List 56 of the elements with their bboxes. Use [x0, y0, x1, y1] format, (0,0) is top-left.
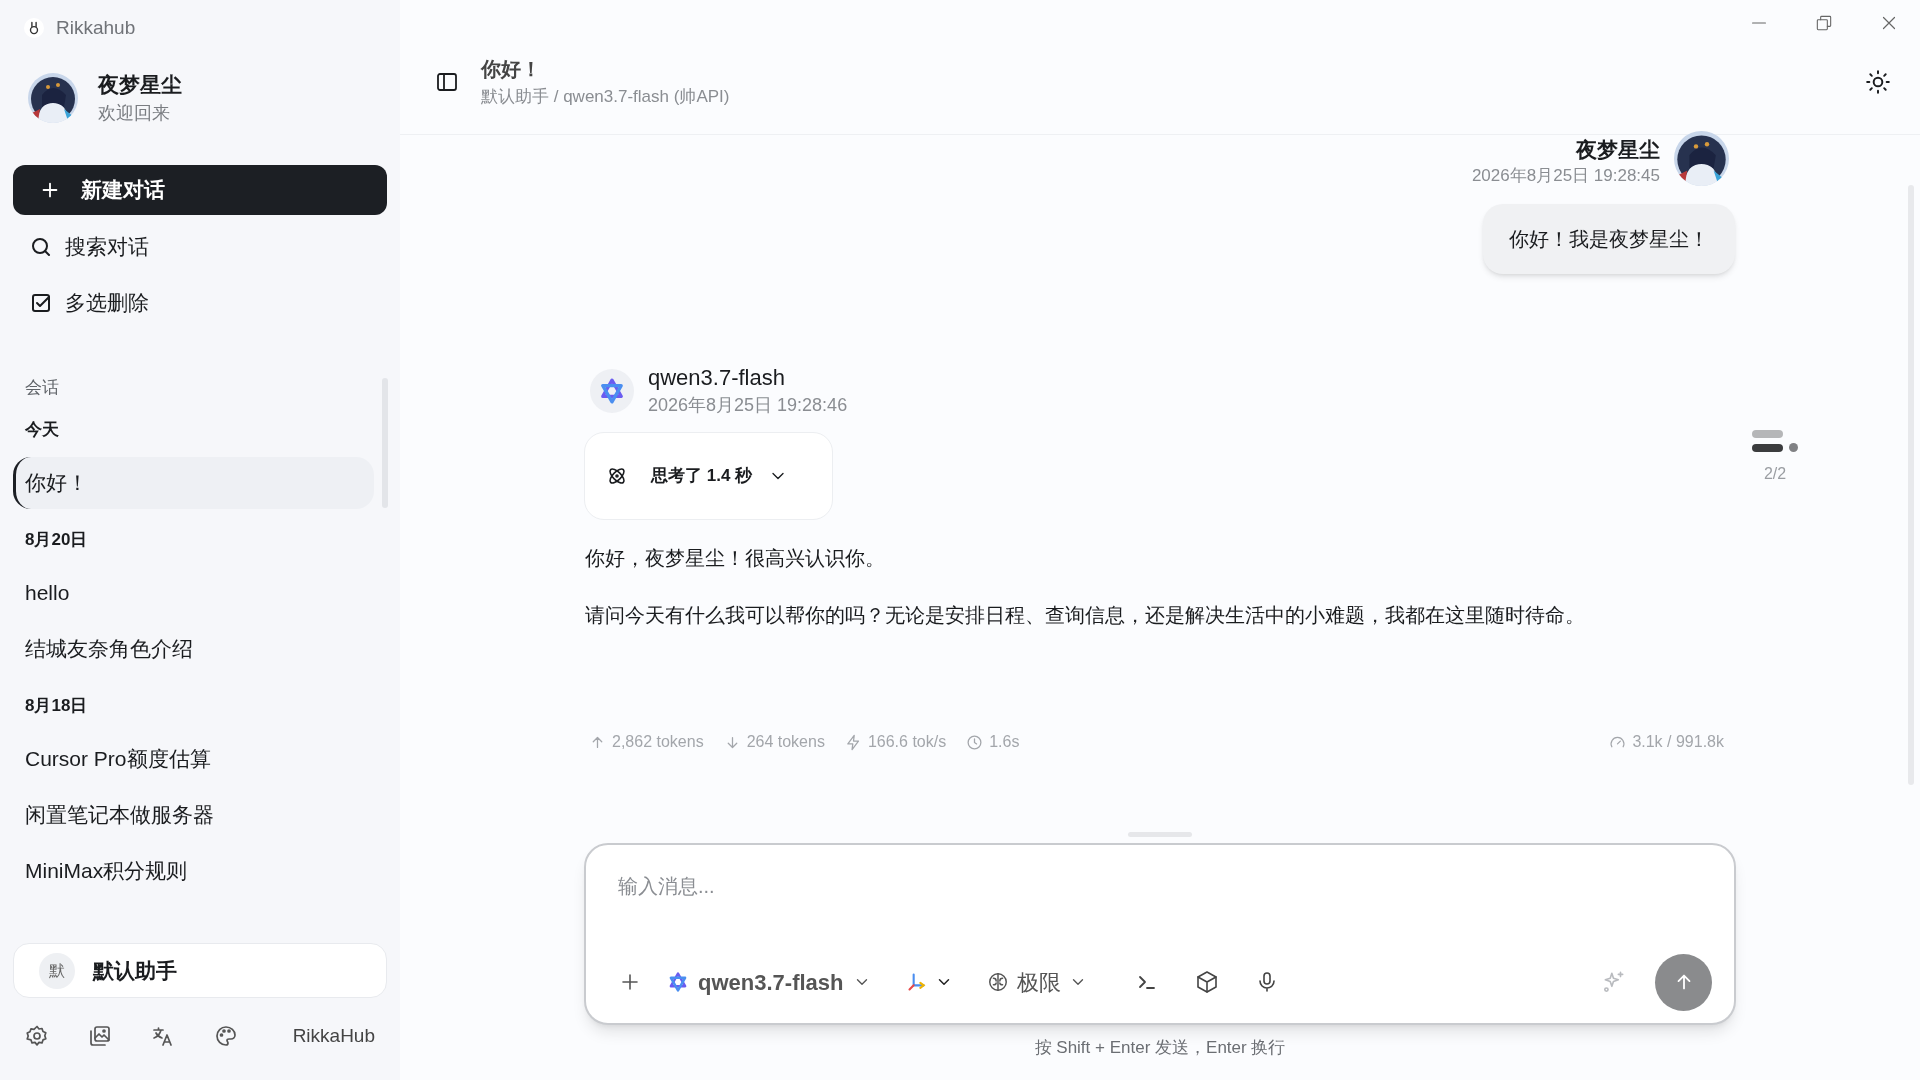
star-logo-icon: [668, 972, 688, 992]
model-name: qwen3.7-flash: [648, 364, 786, 392]
token-stat: 264 tokens: [746, 732, 825, 752]
assistant-selector[interactable]: 默 默认助手: [13, 943, 387, 998]
conversation-item[interactable]: 结城友奈角色介绍: [13, 623, 374, 675]
message-composer[interactable]: 输入消息... qwen3.7-flash 极限: [584, 842, 1736, 1025]
palette-icon[interactable]: [214, 1024, 238, 1048]
images-icon[interactable]: [88, 1024, 112, 1048]
message-time: 2026年8月25日 19:28:45: [1471, 165, 1660, 187]
clock-icon: [966, 733, 984, 751]
message-time: 2026年8月25日 19:28:46: [648, 394, 848, 417]
reply-paragraph: 请问今天有什么我可以帮你的吗？无论是安排日程、查询信息，还是解决生活中的小难题，我都在这里随时待命。: [585, 603, 1586, 628]
date-heading: 今天: [24, 419, 60, 442]
brand-text: RikkaHub: [292, 1023, 375, 1048]
multi-delete-button[interactable]: 多选删除: [13, 278, 387, 327]
assistant-avatar: 默: [39, 952, 75, 989]
reply-paragraph: 你好，夜梦星尘！很高兴认识你。: [585, 546, 886, 571]
user-name: 夜梦星尘: [1576, 137, 1660, 163]
date-heading: 8月18日: [24, 695, 89, 718]
reasoning-selector[interactable]: 极限: [987, 965, 1088, 999]
conversation-item[interactable]: MiniMax积分规则: [13, 845, 374, 897]
token-stat: 2,862 tokens: [612, 732, 704, 752]
chat-subtitle: 默认助手 / qwen3.7-flash (帅API): [481, 86, 731, 108]
package-icon[interactable]: [1195, 970, 1220, 994]
keyboard-hint: 按 Shift + Enter 发送，Enter 换行: [1034, 1036, 1286, 1059]
welcome-text: 欢迎回来: [98, 102, 171, 125]
new-chat-button[interactable]: 新建对话: [13, 165, 387, 215]
search-chats-button[interactable]: 搜索对话: [13, 222, 387, 271]
context-usage: 3.1k / 991.8k: [1632, 732, 1724, 752]
token-stat: 1.6s: [989, 732, 1020, 752]
app-title: Rikkahub: [56, 15, 136, 40]
thinking-toggle[interactable]: 思考了 1.4 秒: [584, 432, 833, 520]
axes-icon: [907, 972, 928, 992]
model-selector[interactable]: qwen3.7-flash: [668, 965, 872, 999]
star-logo-icon: [599, 378, 625, 404]
user-message-bubble: 你好！我是夜梦星尘！: [1483, 204, 1735, 274]
lightning-icon: [844, 733, 862, 751]
user-name: 夜梦星尘: [98, 72, 182, 98]
conversation-item[interactable]: 闲置笔记本做服务器: [13, 789, 374, 841]
date-heading: 8月20日: [24, 529, 89, 552]
conversation-item[interactable]: Cursor Pro额度估算: [13, 733, 374, 785]
rabbit-logo-icon: [24, 18, 44, 38]
theme-toggle-icon[interactable]: [1865, 69, 1891, 95]
section-heading: 会话: [24, 377, 60, 400]
branch-counter: 2/2: [1763, 464, 1787, 484]
settings-icon[interactable]: [25, 1024, 49, 1048]
send-button[interactable]: [1655, 953, 1712, 1011]
chat-title: 你好！: [481, 57, 542, 82]
token-stat: 166.6 tok/s: [867, 732, 947, 752]
translate-icon[interactable]: [151, 1024, 175, 1048]
branch-pager-icon[interactable]: [1752, 430, 1798, 452]
conversation-item[interactable]: 你好！: [13, 457, 374, 509]
conversation-item[interactable]: hello: [13, 567, 374, 619]
restore-icon[interactable]: [1814, 13, 1834, 33]
assistant-name: 默认助手: [93, 957, 177, 984]
sidebar-toggle-icon[interactable]: [435, 70, 459, 94]
